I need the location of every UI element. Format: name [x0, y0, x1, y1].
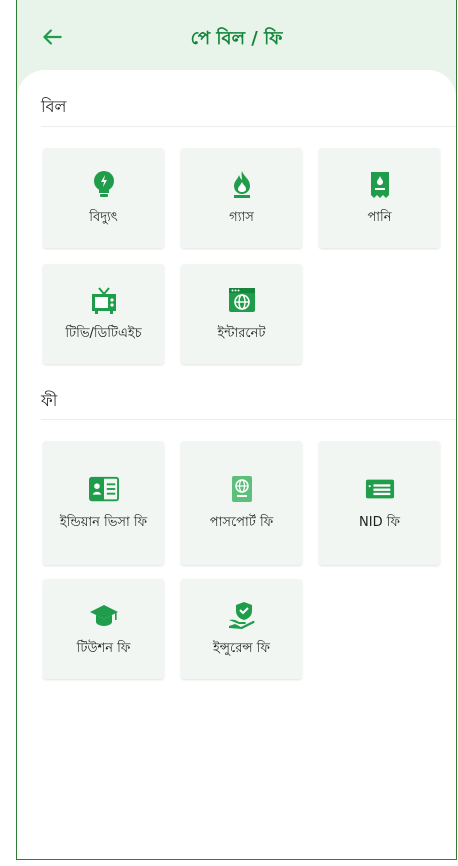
tile-passport-fee[interactable]: পাসপোর্ট ফি: [181, 441, 302, 565]
tile-label: টিভি/ডিটিএইচ: [65, 326, 142, 341]
lightbulb-icon: [89, 169, 119, 199]
tile-label: ইন্টারনেট: [217, 326, 266, 341]
app-screen: পে বিল / ফি বিল বিদ্যুৎ গ্যাস পানি টিভি/…: [16, 0, 457, 860]
tile-indian-visa-fee[interactable]: ইন্ডিয়ান ভিসা ফি: [43, 441, 164, 565]
tile-tv-dth[interactable]: টিভি/ডিটিএইচ: [43, 264, 164, 364]
tile-label: বিদ্যুৎ: [89, 210, 118, 225]
divider: [41, 126, 456, 127]
tile-label: NID ফি: [359, 515, 400, 530]
tile-gas[interactable]: গ্যাস: [181, 148, 302, 248]
internet-icon: [227, 285, 257, 315]
tile-label: গ্যাস: [229, 210, 254, 225]
fee-section-title: ফী: [41, 391, 58, 410]
tile-tuition-fee[interactable]: টিউশন ফি: [43, 579, 164, 679]
tile-insurance-fee[interactable]: ইন্সুরেন্স ফি: [181, 579, 302, 679]
id-card-icon: [365, 474, 395, 504]
tile-label: পানি: [367, 210, 392, 225]
page-title: পে বিল / ফি: [190, 28, 283, 49]
tile-nid-fee[interactable]: NID ফি: [319, 441, 440, 565]
tile-internet[interactable]: ইন্টারনেট: [181, 264, 302, 364]
bill-section-title: বিল: [41, 97, 67, 116]
graduation-cap-icon: [89, 600, 119, 630]
visa-icon: [88, 474, 119, 504]
tile-water[interactable]: পানি: [319, 148, 440, 248]
passport-icon: [227, 474, 257, 504]
tile-label: টিউশন ফি: [76, 641, 131, 656]
tile-label: ইন্সুরেন্স ফি: [213, 641, 270, 656]
content-sheet: বিল বিদ্যুৎ গ্যাস পানি টিভি/ডিটিএইচ ইন্ট…: [17, 70, 456, 859]
tile-label: পাসপোর্ট ফি: [209, 515, 274, 530]
tv-icon: [89, 285, 119, 315]
top-bar: পে বিল / ফি: [17, 0, 456, 76]
tile-electricity[interactable]: বিদ্যুৎ: [43, 148, 164, 248]
water-bill-icon: [365, 169, 395, 199]
flame-icon: [227, 169, 257, 199]
divider: [41, 419, 456, 420]
tile-label: ইন্ডিয়ান ভিসা ফি: [59, 515, 148, 530]
insurance-icon: [227, 600, 257, 630]
